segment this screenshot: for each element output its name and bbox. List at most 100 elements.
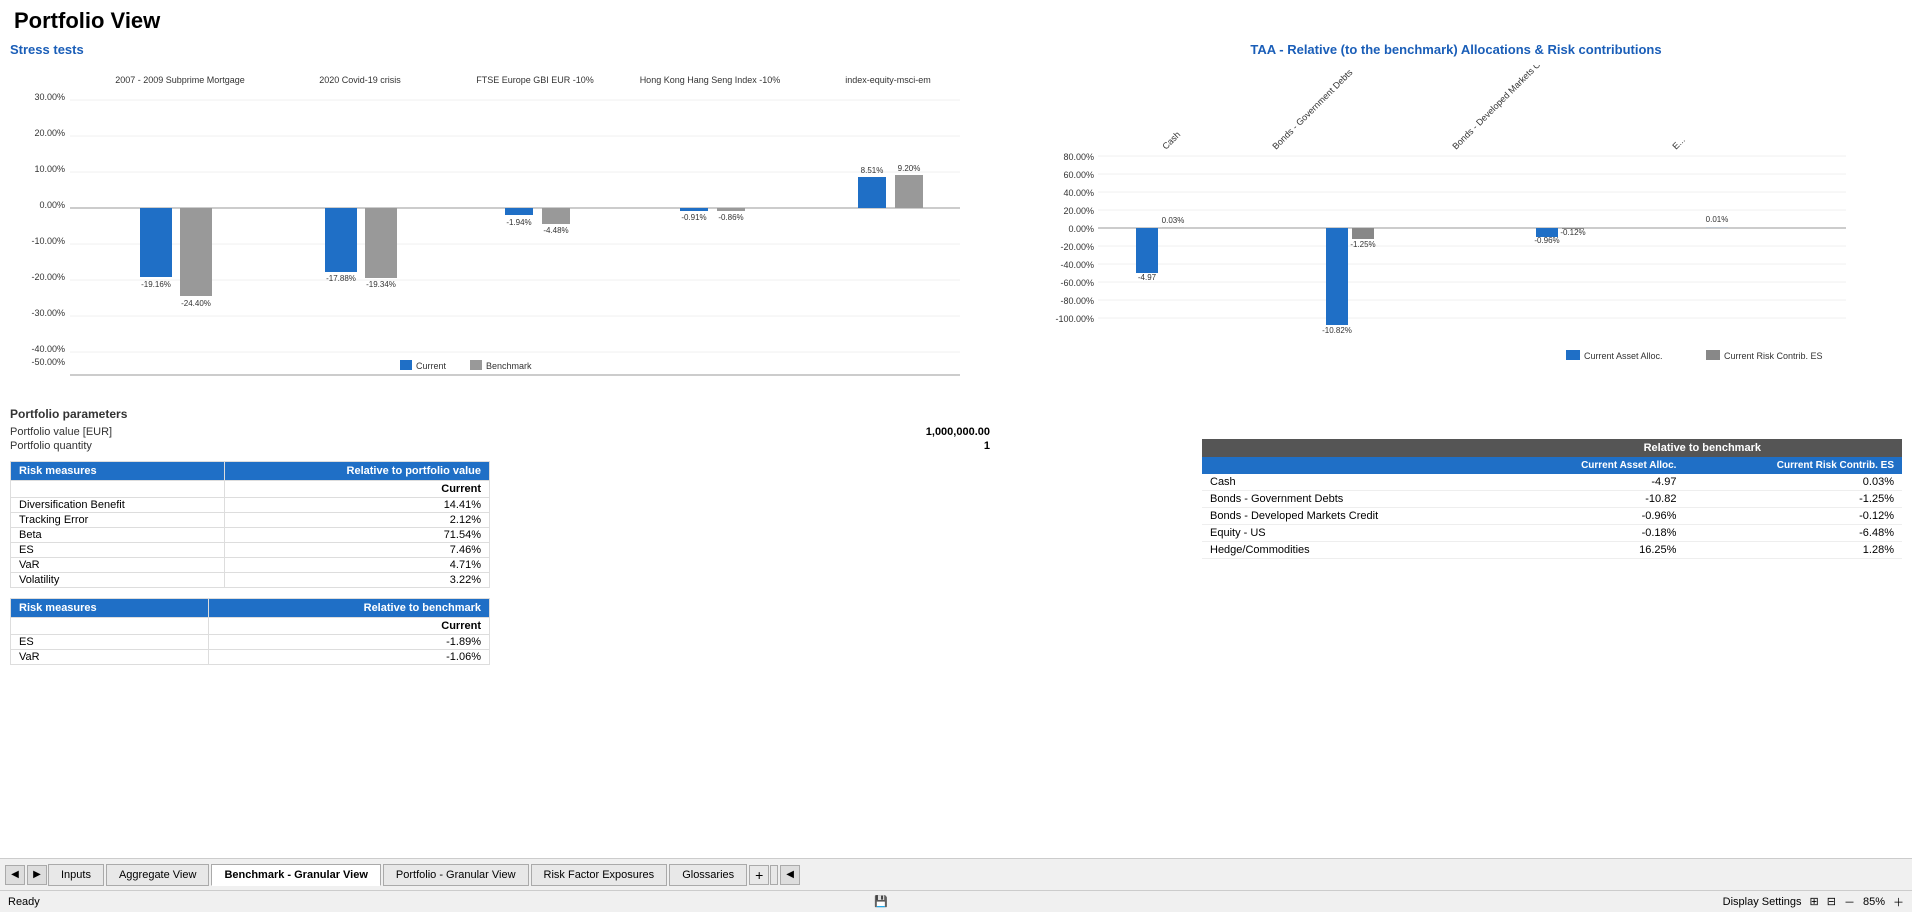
table-row: Diversification Benefit 14.41% [11,498,490,513]
portfolio-value: 1,000,000.00 [926,426,990,438]
risk-row-tracking-label: Tracking Error [11,513,225,528]
plus-icon[interactable]: ＋ [1893,894,1904,910]
svg-text:2020 Covid-19 crisis: 2020 Covid-19 crisis [319,75,401,85]
svg-text:0.03%: 0.03% [1162,216,1185,225]
tab-portfolio-granular-view[interactable]: Portfolio - Granular View [383,864,529,886]
svg-text:-4.97: -4.97 [1138,273,1157,282]
svg-text:-0.86%: -0.86% [718,213,743,222]
tab-inputs[interactable]: Inputs [48,864,104,886]
main-container: Portfolio View Stress tests 30.00% 20.00… [0,0,1912,912]
risk-table-2-title: Risk measures [11,599,209,618]
tab-scroll-left[interactable]: ◀ [780,865,800,885]
portfolio-quantity-row: Portfolio quantity 1 [10,439,990,453]
svg-text:0.00%: 0.00% [39,200,65,210]
svg-text:-1.25%: -1.25% [1350,240,1375,249]
risk-table-1-empty [11,481,225,498]
portfolio-quantity: 1 [984,440,990,452]
table-row: ES 7.46% [11,543,490,558]
nav-prev-btn[interactable]: ◀ [5,865,25,885]
bottom-tab-bar: ◀ ▶ Inputs Aggregate View Benchmark - Gr… [0,858,1912,890]
status-icon: 💾 [874,895,888,908]
tab-risk-factor-exposures[interactable]: Risk Factor Exposures [531,864,668,886]
svg-text:8.51%: 8.51% [861,166,884,175]
benchmark-col2-header: Current Risk Contrib. ES [1684,457,1902,474]
svg-text:60.00%: 60.00% [1063,170,1094,180]
svg-text:40.00%: 40.00% [1063,188,1094,198]
taa-chart: Cash Bonds - Government Debts Bonds - De… [1026,65,1886,435]
risk-row-es-label: ES [11,543,225,558]
grid-icon-2[interactable]: ⊟ [1827,895,1836,908]
minus-icon[interactable]: － [1844,894,1855,910]
svg-text:Bonds - Government Debts: Bonds - Government Debts [1270,67,1355,152]
bench-equity-label: Equity - US [1202,525,1503,542]
risk-row-div-benefit-label: Diversification Benefit [11,498,225,513]
svg-text:-1.94%: -1.94% [506,218,531,227]
benchmark-table-header-empty [1202,439,1503,457]
risk-table-2-empty [11,618,209,635]
svg-text:Cash: Cash [1160,129,1182,151]
status-bar: Ready 💾 Display Settings ⊞ ⊟ － 85% ＋ [0,890,1912,912]
tab-add-button[interactable]: + [749,865,769,885]
risk-row-vol-value: 3.22% [225,573,490,588]
risk-row-var-label: VaR [11,558,225,573]
risk-row-beta-value: 71.54% [225,528,490,543]
tab-aggregate-view[interactable]: Aggregate View [106,864,209,886]
benchmark-table-header-title: Relative to benchmark [1503,439,1902,457]
risk-row2-var-value: -1.06% [208,650,489,665]
bench-cash-alloc: -4.97 [1503,474,1685,491]
risk-table-2-subtitle: Relative to benchmark [208,599,489,618]
svg-text:-40.00%: -40.00% [1060,260,1094,270]
left-panel: Stress tests 30.00% 20.00% 10.00% 0.00% … [0,38,1000,858]
benchmark-table: Relative to benchmark Current Asset Allo… [1202,439,1902,559]
tab-glossaries[interactable]: Glossaries [669,864,747,886]
svg-text:Hong Kong Hang Seng Index -10%: Hong Kong Hang Seng Index -10% [640,75,781,85]
grid-icon-1[interactable]: ⊞ [1810,895,1819,908]
table-row: Beta 71.54% [11,528,490,543]
risk-measures-table-2: Risk measures Relative to benchmark Curr… [10,598,490,665]
tab-separator [770,865,778,885]
risk-table-1-current-label: Current [225,481,490,498]
svg-text:-50.00%: -50.00% [31,357,65,367]
table-row: Bonds - Developed Markets Credit -0.96% … [1202,508,1902,525]
bench-hedge-alloc: 16.25% [1503,542,1685,559]
risk-row-beta-label: Beta [11,528,225,543]
svg-text:-24.40%: -24.40% [181,299,211,308]
svg-text:0.00%: 0.00% [1068,224,1094,234]
svg-text:-10.00%: -10.00% [31,236,65,246]
bench-hedge-risk: 1.28% [1684,542,1902,559]
nav-next-btn[interactable]: ▶ [27,865,47,885]
svg-text:20.00%: 20.00% [1063,206,1094,216]
risk-row-es-value: 7.46% [225,543,490,558]
bench-bonds-govt-risk: -1.25% [1684,491,1902,508]
table-row: ES -1.89% [11,635,490,650]
risk-row-var-value: 4.71% [225,558,490,573]
tab-benchmark-granular-view[interactable]: Benchmark - Granular View [211,864,380,886]
risk-row-div-benefit-value: 14.41% [225,498,490,513]
status-ready: Ready [8,896,40,908]
svg-text:-20.00%: -20.00% [31,272,65,282]
status-right: Display Settings ⊞ ⊟ － 85% ＋ [1723,894,1904,910]
svg-text:Benchmark: Benchmark [486,361,532,371]
table-row: Equity - US -0.18% -6.48% [1202,525,1902,542]
svg-text:-0.12%: -0.12% [1560,228,1585,237]
svg-text:0.01%: 0.01% [1706,215,1729,224]
svg-text:2007 - 2009 Subprime Mortgage: 2007 - 2009 Subprime Mortgage [115,75,245,85]
svg-text:-19.34%: -19.34% [366,280,396,289]
svg-text:-100.00%: -100.00% [1055,314,1094,324]
bench-bonds-govt-label: Bonds - Government Debts [1202,491,1503,508]
svg-text:20.00%: 20.00% [34,128,65,138]
svg-text:-40.00%: -40.00% [31,344,65,354]
svg-text:-30.00%: -30.00% [31,308,65,318]
bench-equity-risk: -6.48% [1684,525,1902,542]
svg-text:E...: E... [1670,135,1687,152]
svg-text:-17.88%: -17.88% [326,274,356,283]
risk-measures-table-1: Risk measures Relative to portfolio valu… [10,461,490,588]
benchmark-col-empty [1202,457,1503,474]
bench-cash-risk: 0.03% [1684,474,1902,491]
bench-hedge-label: Hedge/Commodities [1202,542,1503,559]
svg-text:30.00%: 30.00% [34,92,65,102]
risk-row-tracking-value: 2.12% [225,513,490,528]
risk-row2-var-label: VaR [11,650,209,665]
display-settings-label[interactable]: Display Settings [1723,896,1802,908]
risk-row2-es-label: ES [11,635,209,650]
